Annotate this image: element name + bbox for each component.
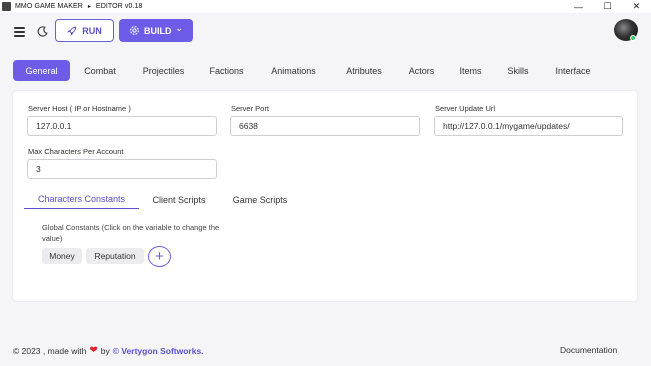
max-characters-input[interactable]: 3: [27, 159, 217, 179]
run-label: RUN: [82, 25, 102, 36]
tab-skills[interactable]: Skills: [495, 60, 541, 81]
add-constant-button[interactable]: +: [148, 246, 171, 267]
subtab-characters-constants[interactable]: Characters Constants: [24, 190, 139, 209]
tab-general[interactable]: General: [13, 60, 70, 81]
server-update-url-input[interactable]: http://127.0.0.1/mygame/updates/: [434, 116, 623, 136]
subtab-client-scripts[interactable]: Client Scripts: [139, 190, 219, 209]
constant-chip-money[interactable]: Money: [42, 248, 82, 264]
build-label: BUILD: [143, 25, 172, 36]
tab-interface[interactable]: Interface: [541, 60, 605, 81]
script-subtabs: Characters Constants Client Scripts Game…: [24, 190, 301, 209]
build-button[interactable]: BUILD ⌄: [119, 19, 193, 42]
tab-actors[interactable]: Actors: [397, 60, 446, 81]
tab-projectiles[interactable]: Projectiles: [130, 60, 197, 81]
company-link[interactable]: © Vertygon Softworks.: [113, 346, 204, 356]
menu-icon[interactable]: [14, 27, 25, 39]
maximize-button[interactable]: ☐: [593, 0, 622, 13]
server-host-input[interactable]: 127.0.0.1: [27, 116, 217, 136]
constant-chip-reputation[interactable]: Reputation: [86, 248, 144, 264]
footer-by: by: [100, 345, 110, 356]
gear-icon: [130, 26, 139, 35]
main-tabs: General Combat Projectiles Factions Anim…: [13, 60, 605, 81]
title-separator: ▸: [87, 4, 91, 10]
online-status-indicator: [630, 35, 636, 41]
chevron-down-icon: ⌄: [175, 23, 184, 33]
window-controls: — ☐ ✕: [564, 0, 651, 13]
subtab-game-scripts[interactable]: Game Scripts: [219, 190, 301, 209]
app-icon: [2, 2, 11, 11]
run-button[interactable]: RUN: [55, 19, 114, 42]
window-title-bar: MMO GAME MAKER ▸ EDITOR v0.18 — ☐ ✕: [0, 0, 651, 13]
tab-atributes[interactable]: Atributes: [331, 60, 397, 81]
server-port-label: Server Port: [231, 104, 269, 113]
server-port-input[interactable]: 6638: [230, 116, 420, 136]
server-host-label: Server Host ( IP or Hostname ): [28, 104, 131, 113]
close-button[interactable]: ✕: [622, 0, 651, 13]
documentation-link[interactable]: Documentation: [560, 345, 617, 355]
tab-factions[interactable]: Factions: [197, 60, 256, 81]
tab-animations[interactable]: Animations: [256, 60, 331, 81]
heart-icon: ❤: [89, 345, 98, 356]
server-update-url-label: Server Update Url: [435, 104, 496, 113]
max-characters-label: Max Characters Per Account: [28, 147, 124, 156]
footer-copyright: © 2023 , made with: [13, 345, 87, 356]
editor-version: EDITOR v0.18: [95, 3, 143, 10]
tab-items[interactable]: Items: [446, 60, 495, 81]
rocket-icon: [67, 26, 77, 36]
footer-credits: © 2023 , made with ❤ by © Vertygon Softw…: [13, 345, 204, 356]
app-title: MMO GAME MAKER: [15, 3, 83, 10]
tab-combat[interactable]: Combat: [70, 60, 130, 81]
minimize-button[interactable]: —: [564, 0, 593, 13]
dark-mode-toggle-icon[interactable]: [37, 24, 48, 37]
global-constants-description: Global Constants (Click on the variable …: [42, 223, 220, 243]
